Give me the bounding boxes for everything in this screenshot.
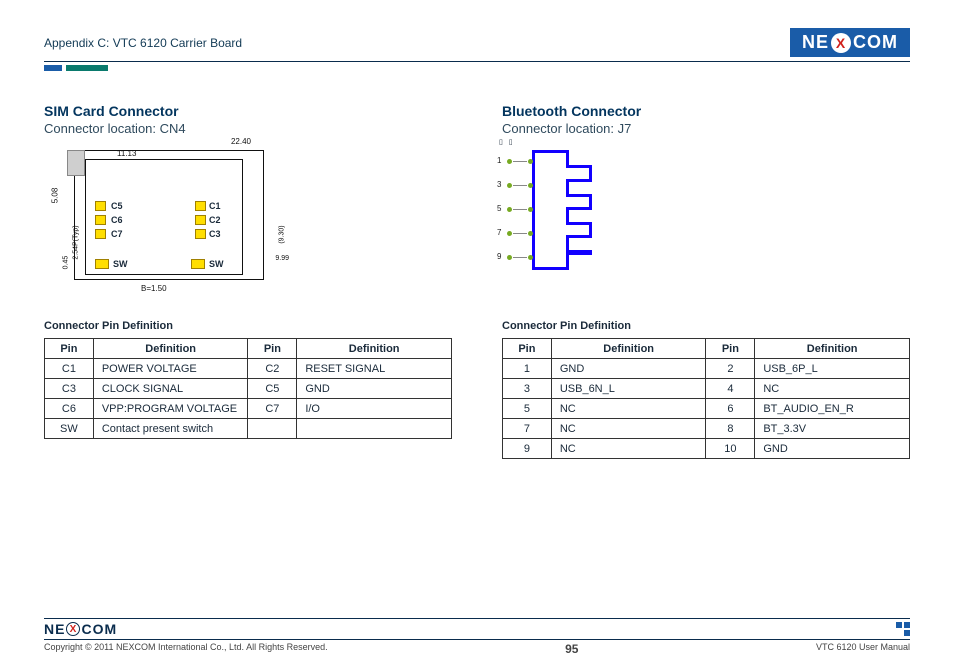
footer-copyright: Copyright © 2011 NEXCOM International Co…	[44, 642, 328, 656]
table-row: C6VPP:PROGRAM VOLTAGEC7I/O	[45, 399, 452, 419]
table-row: C1POWER VOLTAGEC2RESET SIGNAL	[45, 359, 452, 379]
footer-logo-pre: NE	[44, 621, 65, 637]
th-def: Definition	[551, 339, 706, 359]
table-row: 1GND2USB_6P_L	[503, 359, 910, 379]
table-row: 7NC8BT_3.3V	[503, 419, 910, 439]
dim-top-inner: 11.13	[117, 149, 136, 158]
sim-subtitle: Connector location: CN4	[44, 121, 452, 136]
logo-text-pre: NE	[802, 32, 829, 53]
table-row: C3CLOCK SIGNALC5GND	[45, 379, 452, 399]
pad-sw-r	[191, 259, 205, 269]
pad-c2	[195, 215, 206, 225]
lbl-c2: C2	[209, 215, 221, 225]
bt-pin-num: 9	[497, 252, 501, 261]
th-def2: Definition	[755, 339, 910, 359]
th-pin: Pin	[503, 339, 552, 359]
sim-title: SIM Card Connector	[44, 103, 452, 119]
header-accent	[44, 65, 910, 71]
bt-top-row-marker: ▯ ▯	[499, 138, 515, 146]
bt-pin-num: 3	[497, 180, 501, 189]
th-pin2: Pin	[706, 339, 755, 359]
sim-diagram: 22.40 11.13 5.08 2.54P(Typ) 0.45 (9.30) …	[44, 150, 452, 300]
table-row: 3USB_6N_L4NC	[503, 379, 910, 399]
footer-logo: NE X COM	[44, 621, 117, 637]
brand-logo: NE X COM	[790, 28, 910, 57]
appendix-title: Appendix C: VTC 6120 Carrier Board	[44, 36, 242, 50]
bt-subtitle: Connector location: J7	[502, 121, 910, 136]
table-row: 5NC6BT_AUDIO_EN_R	[503, 399, 910, 419]
bt-diagram: ▯ ▯ 1 3 5 7 9	[502, 150, 910, 300]
lbl-sw-l: SW	[113, 259, 128, 269]
page-header: Appendix C: VTC 6120 Carrier Board NE X …	[44, 28, 910, 62]
page-number: 95	[565, 642, 578, 656]
pad-c3	[195, 229, 206, 239]
page-footer: NE X COM Copyright © 2011 NEXCOM Interna…	[44, 618, 910, 656]
pad-c6	[95, 215, 106, 225]
sim-notch	[67, 150, 85, 176]
th-def: Definition	[93, 339, 248, 359]
bt-pin-table: Pin Definition Pin Definition 1GND2USB_6…	[502, 338, 910, 459]
lbl-c1: C1	[209, 201, 221, 211]
pad-c7	[95, 229, 106, 239]
dim-left-gap: 0.45	[62, 256, 69, 270]
sim-pindef-title: Connector Pin Definition	[44, 320, 452, 332]
th-pin: Pin	[45, 339, 94, 359]
lbl-c7: C7	[111, 229, 123, 239]
sim-pin-table: Pin Definition Pin Definition C1POWER VO…	[44, 338, 452, 439]
lbl-c5: C5	[111, 201, 123, 211]
lbl-c6: C6	[111, 215, 123, 225]
dim-right-b: 9.99	[275, 255, 289, 262]
lbl-c3: C3	[209, 229, 221, 239]
lbl-sw-r: SW	[209, 259, 224, 269]
dim-top: 22.40	[231, 137, 251, 146]
logo-x-icon: X	[831, 33, 851, 53]
footer-logo-post: COM	[81, 621, 117, 637]
th-def2: Definition	[297, 339, 452, 359]
bt-section: Bluetooth Connector Connector location: …	[502, 103, 910, 459]
footer-manual: VTC 6120 User Manual	[816, 642, 910, 656]
footer-logo-x-icon: X	[66, 622, 80, 636]
bt-title: Bluetooth Connector	[502, 103, 910, 119]
dim-left-pitch: 2.54P(Typ)	[73, 225, 80, 259]
table-row: 9NC10GND	[503, 439, 910, 459]
logo-text-post: COM	[853, 32, 898, 53]
bt-pin-num: 7	[497, 228, 501, 237]
th-pin2: Pin	[248, 339, 297, 359]
pad-c5	[95, 201, 106, 211]
bt-pindef-title: Connector Pin Definition	[502, 320, 910, 332]
pad-c1	[195, 201, 206, 211]
sim-section: SIM Card Connector Connector location: C…	[44, 103, 452, 459]
dim-right-a: (9.30)	[278, 225, 285, 243]
table-row: SWContact present switch	[45, 419, 452, 439]
footer-squares-icon	[896, 622, 910, 636]
pad-sw-l	[95, 259, 109, 269]
dim-left-outer: 5.08	[50, 188, 59, 204]
bt-pin-num: 1	[497, 156, 501, 165]
dim-bottom: B=1.50	[141, 284, 167, 293]
main-content: SIM Card Connector Connector location: C…	[44, 103, 910, 459]
bt-pin-num: 5	[497, 204, 501, 213]
